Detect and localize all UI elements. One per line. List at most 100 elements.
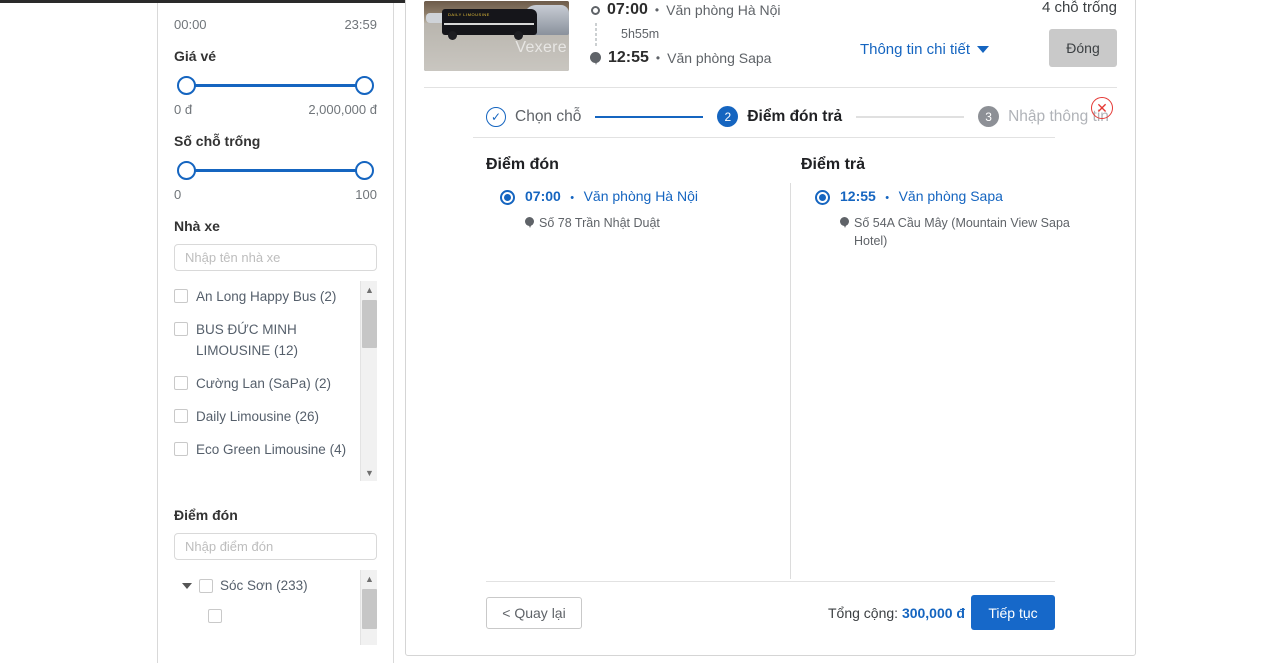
origin-circle-icon — [591, 5, 600, 15]
checkbox-icon[interactable] — [174, 289, 188, 303]
dropoff-option-separator: • — [885, 192, 890, 204]
filters-sidebar: 00:00 23:59 Giá vé 0 đ 2,000,000 đ Số ch… — [157, 3, 394, 663]
checkbox-icon[interactable] — [174, 408, 188, 423]
pickup-option-row[interactable]: 07:00 • Văn phòng Hà Nội — [486, 188, 781, 206]
chevron-up-icon[interactable]: ▲ — [361, 570, 378, 587]
operator-filter-title: Nhà xe — [174, 218, 220, 234]
list-item[interactable]: BUS ĐỨC MINH LIMOUSINE (12) — [174, 314, 355, 368]
list-item[interactable]: An Long Happy Bus (2) — [174, 281, 355, 314]
dropoff-option-row[interactable]: 12:55 • Văn phòng Sapa — [801, 188, 1101, 206]
booking-steps: ✓ Chọn chỗ 2 Điểm đón trả 3 Nhập thông t… — [486, 106, 1109, 127]
columns-divider — [790, 183, 791, 579]
seats-slider-track — [186, 169, 365, 172]
close-trip-button[interactable]: Đóng — [1049, 29, 1117, 67]
scrollbar-thumb[interactable] — [362, 300, 377, 348]
pickup-filter-title: Điểm đón — [174, 507, 238, 523]
total-amount: 300,000 đ — [901, 605, 965, 621]
list-item-label: An Long Happy Bus (2) — [196, 289, 337, 304]
header-divider — [424, 87, 1117, 88]
trip-header: DAILY LIMOUSINE Vexere 07:00 • Văn phòng… — [406, 0, 1135, 76]
list-item-label: Sóc Sơn (233) — [220, 578, 308, 593]
chevron-down-icon[interactable]: ▼ — [361, 464, 378, 481]
checkbox-icon[interactable] — [199, 579, 213, 594]
operator-list: An Long Happy Bus (2) BUS ĐỨC MINH LIMOU… — [174, 281, 377, 481]
dropoff-option-address-row: Số 54A Cầu Mây (Mountain View Sapa Hotel… — [840, 214, 1101, 250]
location-pin-icon — [525, 217, 534, 228]
trip-departure-line: 07:00 • Văn phòng Hà Nội — [589, 0, 989, 21]
check-icon: ✓ — [486, 106, 506, 127]
step-choose-seat[interactable]: ✓ Chọn chỗ — [486, 106, 581, 127]
pickup-search-input[interactable] — [174, 533, 377, 560]
price-max-label: 2,000,000 đ — [308, 102, 377, 117]
seats-slider-knob-min[interactable] — [177, 161, 196, 180]
dropoff-option-time: 12:55 — [840, 188, 876, 204]
list-item[interactable] — [174, 603, 355, 629]
price-range-values: 0 đ 2,000,000 đ — [174, 102, 377, 117]
pickup-option-address: Số 78 Trần Nhật Duật — [539, 216, 660, 230]
time-range-min: 00:00 — [174, 17, 207, 32]
list-item-label: Daily Limousine (26) — [196, 408, 320, 424]
seats-max-label: 100 — [355, 187, 377, 202]
step-connector-inactive — [856, 115, 965, 118]
pickup-option-separator: • — [570, 192, 575, 204]
pickup-option-time: 07:00 — [525, 188, 561, 204]
price-slider-knob-min[interactable] — [177, 76, 196, 95]
trip-separator: • — [655, 51, 661, 65]
chevron-up-icon[interactable]: ▲ — [361, 281, 378, 298]
time-range-labels: 00:00 23:59 — [174, 3, 377, 32]
continue-button[interactable]: Tiếp tục — [971, 595, 1055, 630]
trip-arrive-place: Văn phòng Sapa — [667, 50, 772, 66]
seats-range-slider[interactable] — [174, 159, 377, 181]
destination-pin-icon — [590, 51, 601, 65]
radio-selected-icon[interactable] — [500, 190, 515, 205]
trip-timeline: 07:00 • Văn phòng Hà Nội 5h55m 12:55 • V… — [589, 0, 989, 69]
photo-bus-stripe — [444, 23, 534, 25]
seats-range-values: 0 100 — [174, 187, 377, 202]
step-number-badge: 2 — [717, 106, 739, 127]
price-filter-title: Giá vé — [174, 48, 217, 64]
price-slider-track — [186, 84, 365, 87]
price-min-label: 0 đ — [174, 102, 193, 117]
photo-wheel-front — [448, 31, 457, 40]
list-item[interactable]: Eco Green Limousine (4) — [174, 434, 355, 467]
checkbox-icon[interactable] — [208, 608, 222, 623]
list-item[interactable]: Sóc Sơn (233) — [174, 570, 355, 603]
price-slider-knob-max[interactable] — [355, 76, 374, 95]
price-range-slider[interactable] — [174, 74, 377, 96]
list-item-label: Cường Lan (SaPa) (2) — [196, 375, 331, 391]
trip-depart-time: 07:00 — [607, 1, 648, 18]
operator-list-scrollbar[interactable]: ▲ ▼ — [360, 281, 377, 481]
pickup-list-scrollbar[interactable]: ▲ — [360, 570, 377, 645]
step-enter-info[interactable]: 3 Nhập thông tin — [978, 106, 1109, 127]
list-item-label: BUS ĐỨC MINH LIMOUSINE (12) — [196, 321, 299, 358]
checkbox-icon[interactable] — [174, 441, 188, 456]
step-pickup-dropoff[interactable]: 2 Điểm đón trả — [717, 106, 842, 127]
trip-depart-place: Văn phòng Hà Nội — [666, 2, 781, 18]
operator-list-scroll: An Long Happy Bus (2) BUS ĐỨC MINH LIMOU… — [174, 281, 377, 481]
back-button[interactable]: < Quay lại — [486, 597, 582, 629]
trip-detail-label: Thông tin chi tiết — [859, 41, 970, 58]
checkbox-icon[interactable] — [174, 375, 188, 390]
operator-search-input[interactable] — [174, 244, 377, 271]
trip-separator: • — [654, 3, 660, 17]
trip-detail-link[interactable]: Thông tin chi tiết — [860, 41, 989, 58]
bus-thumbnail[interactable]: DAILY LIMOUSINE Vexere — [424, 1, 569, 71]
dropoff-point-section: Điểm trả 12:55 • Văn phòng Sapa Số 54A C… — [801, 156, 1101, 250]
scrollbar-thumb[interactable] — [362, 589, 377, 629]
photo-bus-label: DAILY LIMOUSINE — [448, 12, 490, 17]
total-label: Tổng cộng: — [827, 605, 899, 621]
pickup-option-address-row: Số 78 Trần Nhật Duật — [525, 214, 781, 232]
seats-min-label: 0 — [174, 187, 182, 202]
list-item[interactable]: Cường Lan (SaPa) (2) — [174, 368, 355, 401]
seats-slider-knob-max[interactable] — [355, 161, 374, 180]
pickup-list-scroll: Sóc Sơn (233) — [174, 570, 377, 645]
radio-selected-icon[interactable] — [815, 190, 830, 205]
seats-available-text: 4 chỗ trống — [1041, 0, 1117, 16]
chevron-down-icon[interactable] — [182, 583, 192, 590]
chevron-down-icon — [977, 46, 989, 53]
close-icon[interactable]: ✕ — [1091, 97, 1113, 119]
checkbox-icon[interactable] — [174, 321, 188, 336]
list-item[interactable]: Daily Limousine (26) — [174, 401, 355, 434]
time-range-max: 23:59 — [344, 17, 377, 32]
page-root: 00:00 23:59 Giá vé 0 đ 2,000,000 đ Số ch… — [0, 0, 1273, 663]
